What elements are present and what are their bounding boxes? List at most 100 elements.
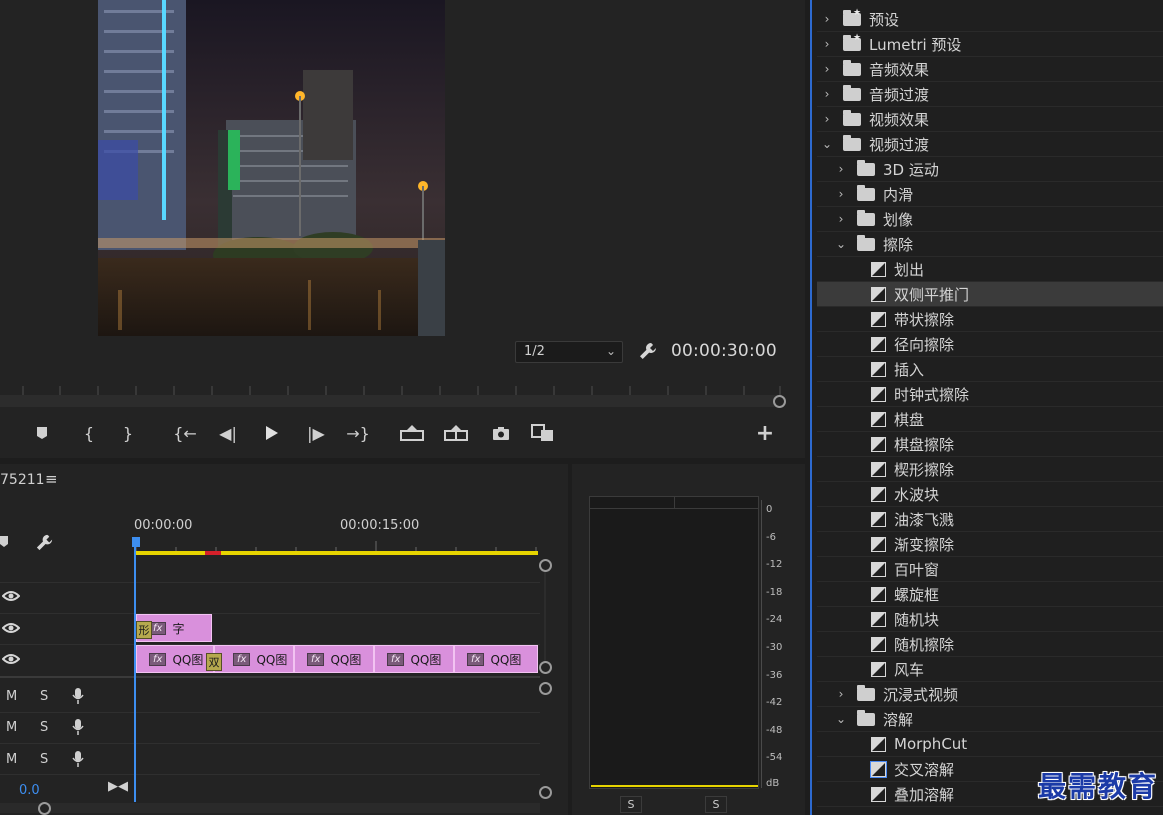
chevron-right-icon[interactable]: ›	[833, 187, 849, 201]
video-clip[interactable]: fx QQ图	[374, 645, 454, 673]
monitor-scroll-bar[interactable]	[0, 395, 782, 407]
mark-out-icon[interactable]: }	[115, 421, 141, 445]
comparison-view-icon[interactable]	[530, 421, 556, 445]
go-to-edit-icon[interactable]: ▶◀	[108, 779, 128, 794]
microphone-icon[interactable]	[72, 718, 84, 740]
transition-icon	[871, 311, 886, 327]
effects-item[interactable]: 时钟式擦除	[817, 382, 1163, 407]
eye-icon[interactable]	[1, 653, 21, 669]
mute-button[interactable]: M	[6, 720, 17, 735]
work-area-bar[interactable]	[136, 551, 538, 555]
effects-item[interactable]: 划出	[817, 257, 1163, 282]
effects-item[interactable]: 油漆飞溅	[817, 507, 1163, 532]
effects-item[interactable]: 双侧平推门	[817, 282, 1163, 307]
chevron-right-icon[interactable]: ›	[819, 37, 835, 51]
effects-item[interactable]: › 3D 运动	[817, 157, 1163, 182]
horizontal-scrollbar[interactable]	[0, 803, 540, 813]
mute-button[interactable]: M	[6, 689, 17, 704]
video-scrollbar[interactable]	[544, 572, 546, 661]
add-button-icon[interactable]: +	[752, 421, 778, 446]
chevron-right-icon[interactable]: ›	[819, 87, 835, 101]
video-clip[interactable]: fx QQ图	[136, 645, 214, 673]
eye-icon[interactable]	[1, 622, 21, 638]
scroll-handle[interactable]	[539, 559, 552, 572]
effects-item[interactable]: ⌄ 溶解	[817, 707, 1163, 732]
solo-button[interactable]: S	[40, 720, 48, 735]
effects-item[interactable]: 插入	[817, 357, 1163, 382]
chevron-down-icon[interactable]: ⌄	[833, 712, 849, 726]
go-to-in-icon[interactable]: {←	[172, 421, 198, 445]
video-clip[interactable]: fx QQ图	[294, 645, 374, 673]
video-audio-divider	[0, 676, 540, 678]
monitor-time-ruler[interactable]	[0, 378, 782, 396]
lift-icon[interactable]	[399, 421, 425, 445]
extract-icon[interactable]	[443, 421, 469, 445]
solo-button[interactable]: S	[40, 689, 48, 704]
effects-item[interactable]: › 内滑	[817, 182, 1163, 207]
transition-marker[interactable]: 形	[136, 621, 152, 639]
effects-item[interactable]: › 视频效果	[817, 107, 1163, 132]
clip-label: QQ图	[490, 652, 522, 667]
step-forward-icon[interactable]: |▶	[303, 421, 329, 445]
video-preview[interactable]	[98, 0, 445, 336]
effects-item[interactable]: ⌄ 视频过渡	[817, 132, 1163, 157]
solo-right-button[interactable]: S	[705, 796, 727, 813]
playhead[interactable]	[134, 540, 136, 802]
effects-item[interactable]: 百叶窗	[817, 557, 1163, 582]
effects-item[interactable]: 渐变擦除	[817, 532, 1163, 557]
video-clip[interactable]: fx QQ图	[454, 645, 538, 673]
effects-item[interactable]: 螺旋框	[817, 582, 1163, 607]
effects-item[interactable]: › ★ 预设	[817, 7, 1163, 32]
zoom-select[interactable]: 1/2 ⌄	[515, 341, 623, 363]
eye-icon[interactable]	[1, 590, 21, 606]
effects-item[interactable]: › 沉浸式视频	[817, 682, 1163, 707]
go-to-out-icon[interactable]: →}	[345, 421, 371, 445]
effects-item[interactable]: 径向擦除	[817, 332, 1163, 357]
chevron-right-icon[interactable]: ›	[833, 212, 849, 226]
scroll-handle[interactable]	[539, 682, 552, 695]
effects-item[interactable]: MorphCut	[817, 732, 1163, 757]
effects-item[interactable]: 棋盘	[817, 407, 1163, 432]
export-frame-icon[interactable]	[488, 421, 514, 445]
microphone-icon[interactable]	[72, 687, 84, 709]
scroll-handle[interactable]	[773, 395, 786, 408]
marker-icon[interactable]	[0, 535, 10, 554]
scroll-handle[interactable]	[38, 802, 51, 815]
effects-item[interactable]: 风车	[817, 657, 1163, 682]
chevron-right-icon[interactable]: ›	[819, 62, 835, 76]
chevron-right-icon[interactable]: ›	[819, 12, 835, 26]
chevron-down-icon[interactable]: ⌄	[819, 137, 835, 151]
menu-icon[interactable]: ≡	[45, 470, 58, 488]
step-back-icon[interactable]: ◀|	[215, 421, 241, 445]
effects-item[interactable]: 带状擦除	[817, 307, 1163, 332]
effects-item[interactable]: ⌄ 擦除	[817, 232, 1163, 257]
chevron-right-icon[interactable]: ›	[819, 112, 835, 126]
chevron-right-icon[interactable]: ›	[833, 687, 849, 701]
effects-item[interactable]: › 音频过渡	[817, 82, 1163, 107]
master-volume-value[interactable]: 0.0	[19, 783, 40, 798]
effects-item[interactable]: 随机块	[817, 607, 1163, 632]
effects-item[interactable]: › 划像	[817, 207, 1163, 232]
mark-in-icon[interactable]: {	[76, 421, 102, 445]
effects-item[interactable]: › 音频效果	[817, 57, 1163, 82]
chevron-right-icon[interactable]: ›	[833, 162, 849, 176]
add-marker-icon[interactable]	[29, 421, 55, 445]
play-icon[interactable]	[258, 421, 284, 445]
solo-left-button[interactable]: S	[620, 796, 642, 813]
solo-button[interactable]: S	[40, 752, 48, 767]
timeline-settings-wrench-icon[interactable]	[35, 533, 54, 556]
scroll-handle[interactable]	[539, 786, 552, 799]
microphone-icon[interactable]	[72, 750, 84, 772]
transition-marker[interactable]: 双	[206, 653, 222, 671]
scroll-handle[interactable]	[539, 661, 552, 674]
effects-item[interactable]: 随机擦除	[817, 632, 1163, 657]
sequence-tab[interactable]: 75211	[0, 472, 45, 488]
video-clip[interactable]: fx QQ图	[214, 645, 294, 673]
mute-button[interactable]: M	[6, 752, 17, 767]
effects-item[interactable]: 水波块	[817, 482, 1163, 507]
effects-item[interactable]: › ★ Lumetri 预设	[817, 32, 1163, 57]
chevron-down-icon[interactable]: ⌄	[833, 237, 849, 251]
effects-item[interactable]: 楔形擦除	[817, 457, 1163, 482]
effects-item[interactable]: 棋盘擦除	[817, 432, 1163, 457]
settings-wrench-icon[interactable]	[638, 341, 658, 365]
